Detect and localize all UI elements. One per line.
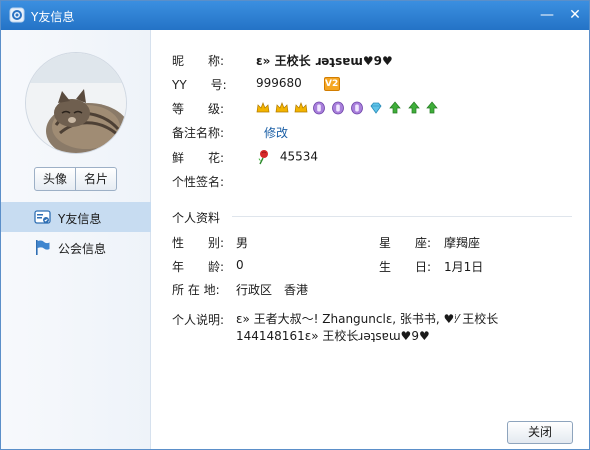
constellation-value: 摩羯座 [444,236,481,250]
sidebar-item-label: 公会信息 [58,242,107,256]
crown-icon [256,101,270,112]
vip-badge-icon: V2 [323,76,340,91]
nickname-row: 昵 称: ε» 王校长 ɹǝʇsɐɯ♥9♥ [172,52,393,70]
leaf-icon [389,100,401,113]
title-bar: Y友信息 — ✕ [1,1,589,30]
flag-icon [36,240,50,255]
location-row: 所 在 地: 行政区 香港 [172,281,308,299]
gender-value: 男 [236,236,249,250]
avatar-cat-image [26,53,126,153]
yy-number-label: YY 号: [172,78,227,92]
moon-icon [332,101,345,114]
nickname-value: ε» 王校长 ɹǝʇsɐɯ♥9♥ [256,54,393,68]
level-badges [256,100,440,115]
description-line: 144148161ε» 王校长ɹǝʇsɐɯ♥9♥ [236,329,430,343]
flower-row: 鲜 花: 45534 [172,149,318,167]
user-info-window: Y友信息 — ✕ 头像 名片 Y友信息 公会信息 昵 称: ε» 王校长 ɹǝʇ… [0,0,590,450]
birthday-value: 1月1日 [444,260,484,274]
description-line: ε» 王者大叔～! Zhangunclε, 张书书, ♥ⁱ⁄ 王校长 [236,312,499,326]
description-label: 个人说明: [172,313,225,327]
location-value: 行政区 香港 [236,283,309,297]
profile-panel: 昵 称: ε» 王校长 ɹǝʇsɐɯ♥9♥ YY 号: 999680 V2 等 … [152,30,589,449]
crown-icon [275,101,289,112]
crown-icon [294,101,308,112]
personal-info-heading: 个人资料 [172,211,221,225]
sidebar-item-label: Y友信息 [58,212,102,226]
leaf-icon [407,100,420,113]
rose-icon [258,150,268,165]
contact-card-icon [34,210,51,224]
sidebar-item-guild-info[interactable]: 公会信息 [1,232,151,262]
birthday-label: 生 日: [379,260,432,274]
age-row: 年 龄: 0 生 日: 1月1日 [172,258,589,276]
yy-number-row: YY 号: 999680 V2 [172,76,340,94]
yy-number-text: 999680 [256,76,302,90]
close-button[interactable]: 关闭 [507,421,573,444]
description-row: 个人说明: ε» 王者大叔～! Zhangunclε, 张书书, ♥ⁱ⁄ 王校长… [172,311,498,347]
age-value: 0 [236,258,244,272]
yy-number-value: 999680 V2 [256,76,340,91]
close-window-button[interactable]: ✕ [565,5,585,25]
description-value: ε» 王者大叔～! Zhangunclε, 张书书, ♥ⁱ⁄ 王校长 14414… [236,311,536,345]
window-title: Y友信息 [31,10,75,24]
flower-value: 45534 [256,149,318,165]
avatar-card-toggle: 头像 名片 [34,167,117,191]
sidebar-item-yy-friend-info[interactable]: Y友信息 [1,202,151,232]
gender-row: 性 别: 男 星 座: 摩羯座 [172,234,589,252]
remark-row: 备注名称: 修改 [172,124,288,142]
constellation-label: 星 座: [379,236,432,250]
edit-remark-link[interactable]: 修改 [264,124,288,141]
section-divider [232,216,572,217]
leaf-icon [426,100,439,113]
avatar-tab-button[interactable]: 头像 [35,168,75,190]
level-label: 等 级: [172,102,225,116]
signature-row: 个性签名: [172,173,224,191]
gender-label: 性 别: [172,236,225,250]
moon-icon [351,101,364,114]
age-label: 年 龄: [172,260,225,274]
moon-icon [313,101,326,114]
minimize-button[interactable]: — [537,5,557,25]
avatar[interactable] [25,52,127,154]
level-row: 等 级: [172,100,439,118]
location-label: 所 在 地: [172,283,220,297]
nickname-label: 昵 称: [172,54,225,68]
flower-count: 45534 [279,149,319,164]
flower-label: 鲜 花: [172,151,225,165]
app-icon [9,7,25,23]
remark-label: 备注名称: [172,126,225,140]
card-tab-button[interactable]: 名片 [75,168,116,190]
sidebar: 头像 名片 Y友信息 公会信息 [1,30,151,449]
signature-label: 个性签名: [172,175,225,189]
diamond-icon [370,102,382,114]
